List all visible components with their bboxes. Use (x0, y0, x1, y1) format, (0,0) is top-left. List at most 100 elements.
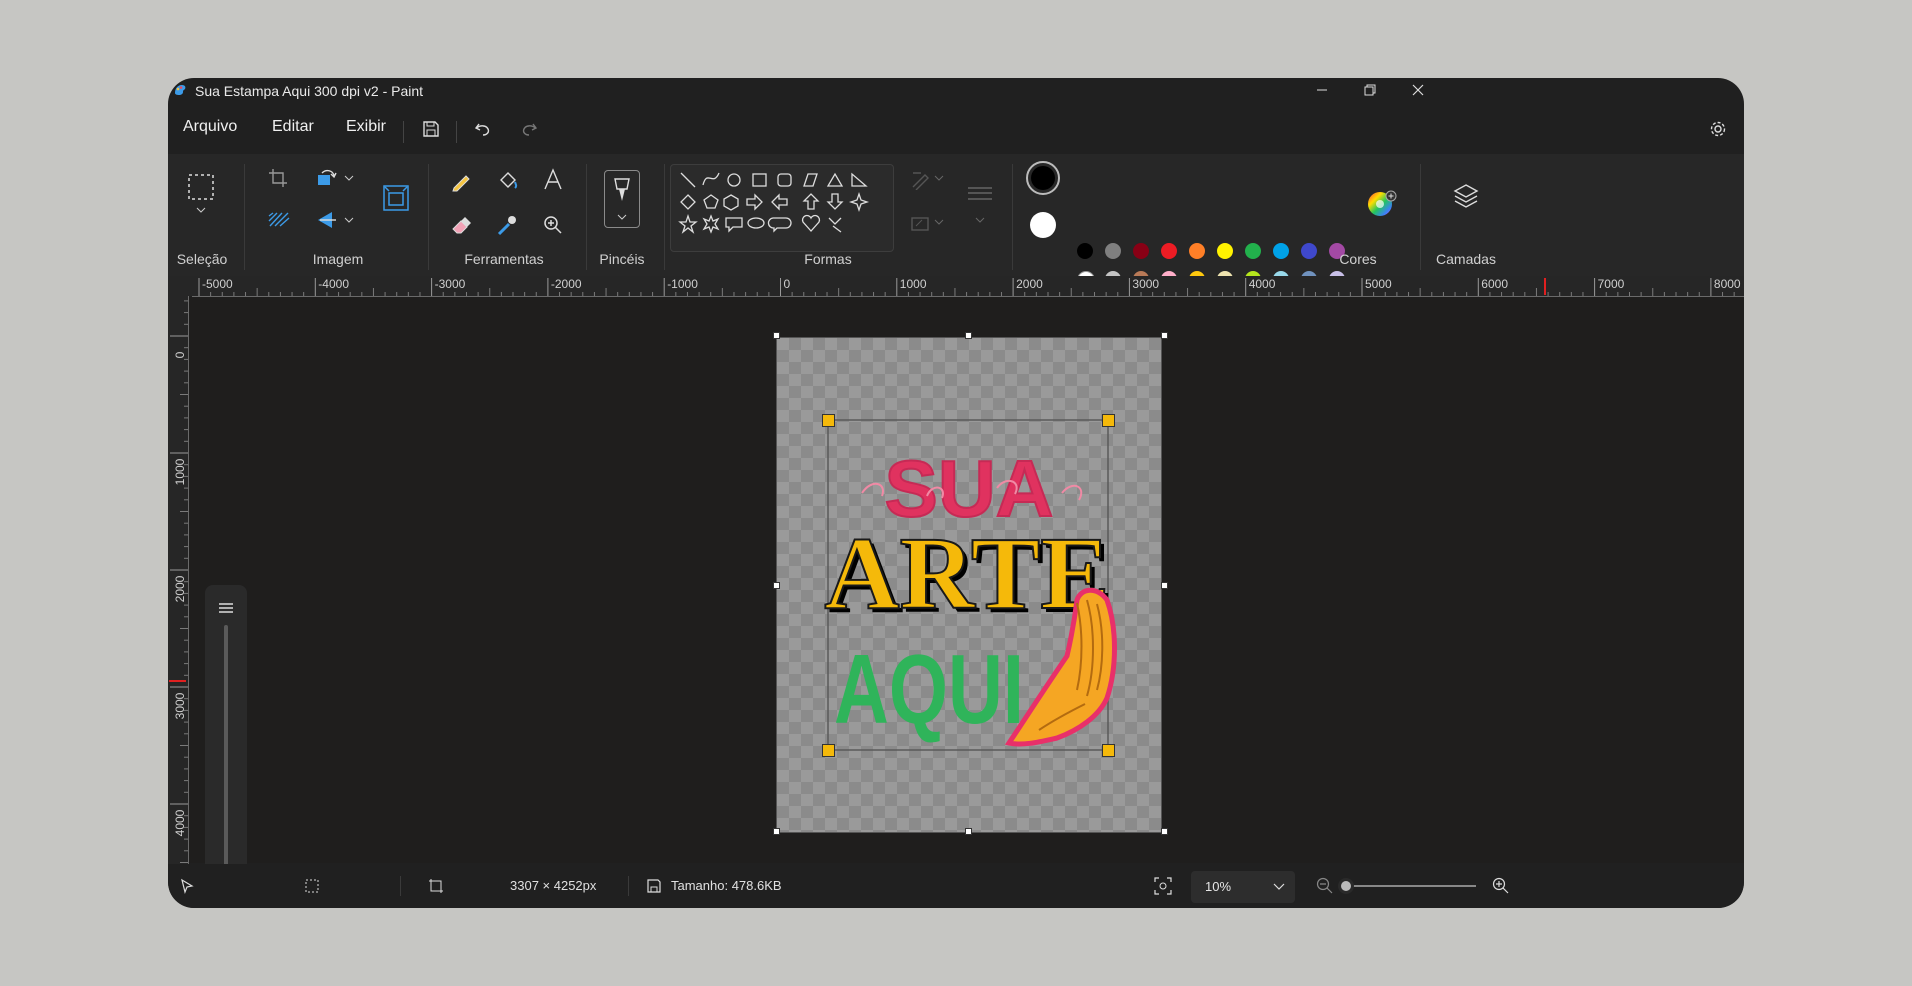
paint-window: Sua Estampa Aqui 300 dpi v2 - Paint Arqu… (168, 78, 1744, 908)
fill-bucket-icon[interactable] (496, 170, 518, 192)
color-swatch[interactable] (1133, 243, 1149, 259)
selection-rectangle-icon[interactable] (188, 174, 214, 200)
magnifier-icon[interactable] (542, 214, 564, 236)
zoom-slider-track[interactable] (1346, 885, 1476, 887)
edit-colors-icon[interactable] (1366, 188, 1398, 220)
canvas-handle-bottom-right[interactable] (1161, 828, 1168, 835)
canvas-handle-top-right[interactable] (1161, 332, 1168, 339)
pencil-icon[interactable] (450, 170, 472, 192)
close-button[interactable] (1394, 78, 1442, 102)
canvas-dimensions: 3307 × 4252px (510, 878, 597, 893)
primary-color-ring[interactable] (1026, 161, 1060, 195)
ruler-label: 1000 (173, 458, 187, 486)
group-label-formas: Formas (804, 251, 852, 267)
shapes-gallery-icons (678, 172, 870, 234)
hexagon-shape-icon (723, 194, 739, 211)
selection-handle-top-right[interactable] (1102, 414, 1115, 427)
color-swatch[interactable] (1189, 243, 1205, 259)
five-point-star-shape-icon (678, 213, 698, 234)
color-swatch[interactable] (1161, 243, 1177, 259)
ruler-label: -4000 (318, 277, 349, 291)
line-size-icon[interactable] (966, 184, 994, 204)
group-label-imagem: Imagem (312, 251, 364, 267)
size-chevron-down-icon[interactable] (975, 216, 985, 224)
zoom-chevron-down-icon (1273, 883, 1285, 890)
canvas-handle-left[interactable] (773, 582, 780, 589)
selection-handle-top-left[interactable] (822, 414, 835, 427)
undo-icon[interactable] (474, 120, 492, 138)
shape-outline-icon[interactable] (910, 170, 932, 190)
brush-size-panel (205, 585, 247, 908)
color-swatch[interactable] (1105, 243, 1121, 259)
color-swatch[interactable] (1077, 243, 1093, 259)
canvas-handle-bottom-left[interactable] (773, 828, 780, 835)
color-swatch[interactable] (1273, 243, 1289, 259)
status-divider-2 (628, 876, 629, 896)
menu-divider (403, 121, 404, 143)
selection-handle-bottom-right[interactable] (1102, 744, 1115, 757)
title-bar: Sua Estampa Aqui 300 dpi v2 - Paint (168, 78, 1744, 102)
rotate-chevron-down-icon[interactable] (344, 174, 354, 182)
window-title: Sua Estampa Aqui 300 dpi v2 - Paint (195, 83, 424, 99)
aqui-text: AQUI (834, 634, 1024, 744)
ruler-label: -1000 (667, 277, 698, 291)
settings-gear-icon[interactable] (1709, 120, 1727, 138)
lightning-shape-icon (828, 217, 842, 233)
ruler-label: 4000 (1248, 277, 1276, 291)
brushes-chevron-down-icon (617, 214, 627, 220)
crop-icon[interactable] (268, 168, 288, 188)
fit-to-window-icon[interactable] (1154, 877, 1172, 895)
zoom-level-dropdown[interactable]: 10% (1191, 871, 1295, 903)
restore-button[interactable] (1346, 78, 1394, 102)
shape-fill-icon[interactable] (910, 214, 932, 234)
flip-icon[interactable] (316, 210, 338, 230)
six-point-star-shape-icon (702, 214, 720, 234)
ruler-label: 8000 (1713, 277, 1741, 291)
color-swatch[interactable] (1245, 243, 1261, 259)
canvas-handle-right[interactable] (1161, 582, 1168, 589)
canvas-handle-bottom[interactable] (965, 828, 972, 835)
zoom-out-icon[interactable] (1316, 877, 1334, 895)
group-label-ferramentas: Ferramentas (464, 251, 544, 267)
layers-icon[interactable] (1452, 182, 1480, 210)
group-label-cores: Cores (1339, 251, 1377, 267)
vertical-ruler: 0 1000 2000 3000 4000 (168, 296, 189, 864)
canvas-handle-top[interactable] (965, 332, 972, 339)
outline-chevron-down-icon[interactable] (934, 174, 944, 182)
left-arrow-shape-icon (771, 193, 788, 211)
background-removal-icon[interactable] (268, 212, 290, 228)
selection-handle-bottom-left[interactable] (822, 744, 835, 757)
redo-icon[interactable] (520, 120, 538, 138)
brushes-button[interactable] (604, 170, 640, 228)
shapes-gallery (670, 164, 894, 252)
zoom-slider-thumb[interactable] (1338, 878, 1354, 894)
resize-image-icon[interactable] (382, 184, 410, 212)
menu-exibir[interactable]: Exibir (346, 118, 386, 136)
secondary-color-swatch[interactable] (1030, 212, 1056, 238)
rotate-icon[interactable] (316, 168, 338, 188)
ruler-label: 0 (783, 277, 791, 291)
menu-editar[interactable]: Editar (272, 118, 314, 136)
fill-chevron-down-icon[interactable] (934, 218, 944, 226)
flip-chevron-down-icon[interactable] (344, 216, 354, 224)
curve-shape-icon (702, 172, 720, 186)
menu-arquivo[interactable]: Arquivo (183, 118, 237, 136)
eraser-icon[interactable] (450, 214, 472, 236)
text-tool-icon[interactable] (542, 168, 564, 192)
horizontal-ruler-ticks (198, 278, 1735, 296)
color-swatch[interactable] (1217, 243, 1233, 259)
document-canvas[interactable]: SUA ARTE ARTE AQUI (776, 337, 1162, 833)
save-icon[interactable] (422, 120, 440, 138)
canvas-size-icon (429, 879, 443, 893)
ruler-label: 2000 (1016, 277, 1043, 291)
canvas-handle-top-left[interactable] (773, 332, 780, 339)
minimize-button[interactable] (1298, 78, 1346, 102)
color-picker-icon[interactable] (496, 214, 518, 236)
pointer-position-icon (181, 878, 194, 894)
group-label-selecao: Seleção (176, 251, 228, 267)
group-divider-5 (1012, 164, 1013, 270)
group-divider-3 (586, 164, 587, 270)
selection-chevron-down-icon[interactable] (196, 206, 206, 214)
ruler-label: 6000 (1481, 277, 1508, 291)
zoom-in-icon[interactable] (1492, 877, 1510, 895)
